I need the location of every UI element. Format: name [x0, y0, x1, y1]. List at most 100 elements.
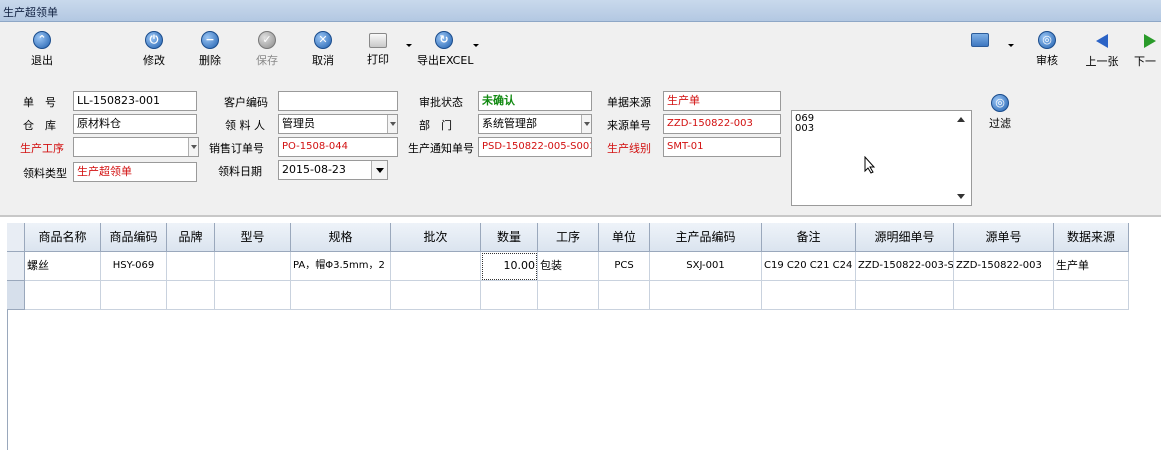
printer-icon — [369, 33, 387, 48]
save-button[interactable]: ✓ 保存 — [244, 31, 290, 69]
table-cell[interactable]: 螺丝 — [25, 252, 101, 281]
notice-label: 生产通知单号 — [408, 142, 474, 155]
column-header[interactable]: 主产品编码 — [650, 223, 762, 252]
audit-button[interactable]: ◎ 审核 — [1024, 31, 1070, 69]
table-cell[interactable]: ZZD-150822-003-S0 — [856, 252, 954, 281]
approval-status-field: 未确认 — [478, 91, 592, 111]
column-header[interactable]: 商品编码 — [101, 223, 167, 252]
table-cell[interactable] — [167, 281, 215, 310]
edit-button[interactable]: ⏻ 修改 — [131, 31, 177, 69]
folder-dropdown-arrow[interactable] — [1008, 44, 1014, 47]
table-cell[interactable] — [215, 252, 291, 281]
customer-code-field[interactable] — [278, 91, 398, 111]
column-header[interactable]: 单位 — [599, 223, 650, 252]
table-cell[interactable]: C19 C20 C21 C24 ( — [762, 252, 856, 281]
folder-add-icon — [971, 33, 989, 47]
doc-no-field[interactable]: LL-150823-001 — [73, 91, 197, 111]
notice-field[interactable]: PSD-150822-005-S001 — [478, 137, 592, 157]
print-button[interactable]: 打印 — [355, 31, 401, 69]
table-cell[interactable]: 10.00 — [481, 252, 538, 281]
table-cell[interactable]: ZZD-150822-003 — [954, 252, 1054, 281]
sales-order-label: 销售订单号 — [209, 142, 264, 155]
table-cell[interactable] — [291, 281, 391, 310]
column-header[interactable]: 源明细单号 — [856, 223, 954, 252]
table-cell[interactable] — [538, 281, 599, 310]
close-icon: ✕ — [314, 31, 332, 49]
column-header[interactable]: 批次 — [391, 223, 481, 252]
table-cell[interactable] — [954, 281, 1054, 310]
table-cell[interactable]: 包装 — [538, 252, 599, 281]
table-cell[interactable] — [215, 281, 291, 310]
dept-select[interactable]: 系统管理部 — [478, 114, 592, 134]
table-cell[interactable]: 生产单 — [1054, 252, 1129, 281]
next-button[interactable]: 下一 — [1134, 31, 1161, 69]
source-label: 单据来源 — [607, 96, 651, 109]
table-cell[interactable] — [650, 281, 762, 310]
window-titlebar: 生产超领单 — [0, 0, 1161, 22]
exit-icon: ⌃ — [33, 31, 51, 49]
export-excel-button[interactable]: ↻ 导出EXCEL — [417, 31, 473, 69]
table-cell[interactable]: SXJ-001 — [650, 252, 762, 281]
sales-order-field[interactable]: PO-1508-044 — [278, 137, 398, 157]
process-label: 生产工序 — [20, 142, 64, 155]
exit-button[interactable]: ⌃ 退出 — [19, 31, 65, 69]
table-cell[interactable] — [762, 281, 856, 310]
picker-select[interactable]: 管理员 — [278, 114, 398, 134]
audit-icon: ◎ — [1038, 31, 1056, 49]
line-label: 生产线别 — [607, 142, 651, 155]
table-cell[interactable] — [391, 252, 481, 281]
doc-no-label: 单 号 — [23, 96, 56, 109]
process-select[interactable] — [73, 137, 199, 157]
table-row[interactable]: 螺丝 HSY-069 PA，帽Φ3.5mm，2 10.00 包装 PCS SXJ… — [25, 252, 1129, 281]
row-indicator[interactable] — [7, 252, 25, 281]
source-no-field[interactable]: ZZD-150822-003 — [663, 114, 781, 134]
column-header[interactable]: 规格 — [291, 223, 391, 252]
scroll-down-icon[interactable] — [957, 194, 965, 199]
table-cell[interactable] — [599, 281, 650, 310]
column-header[interactable]: 备注 — [762, 223, 856, 252]
table-cell[interactable]: HSY-069 — [101, 252, 167, 281]
source-no-label: 来源单号 — [607, 119, 651, 132]
cancel-button[interactable]: ✕ 取消 — [300, 31, 346, 69]
column-header[interactable]: 品牌 — [167, 223, 215, 252]
table-cell[interactable] — [391, 281, 481, 310]
table-cell[interactable]: PCS — [599, 252, 650, 281]
column-header[interactable]: 商品名称 — [25, 223, 101, 252]
column-header[interactable]: 工序 — [538, 223, 599, 252]
add-folder-button[interactable] — [962, 31, 998, 69]
filter-button[interactable]: ◎ 过滤 — [977, 94, 1023, 132]
table-cell[interactable] — [25, 281, 101, 310]
header-panel: ⌃ 退出 ⏻ 修改 − 删除 ✓ 保存 ✕ 取消 打印 ↻ 导出EXCEL ◎ … — [0, 22, 1161, 215]
table-cell[interactable] — [101, 281, 167, 310]
delete-button[interactable]: − 删除 — [187, 31, 233, 69]
scroll-up-icon[interactable] — [957, 117, 965, 122]
warehouse-field[interactable]: 原材料仓 — [73, 114, 197, 134]
pick-date-label: 领料日期 — [218, 165, 262, 178]
table-cell[interactable]: PA，帽Φ3.5mm，2 — [291, 252, 391, 281]
pick-date-picker[interactable]: 2015-08-23 — [278, 160, 388, 180]
table-cell[interactable] — [167, 252, 215, 281]
column-header[interactable]: 数量 — [481, 223, 538, 252]
table-cell[interactable] — [856, 281, 954, 310]
pick-type-field[interactable]: 生产超领单 — [73, 162, 197, 182]
column-header[interactable]: 型号 — [215, 223, 291, 252]
arrow-right-icon — [1144, 34, 1156, 48]
minus-icon: − — [201, 31, 219, 49]
refresh-icon: ↻ — [435, 31, 453, 49]
filter-icon: ◎ — [991, 94, 1009, 112]
line-field[interactable]: SMT-01 — [663, 137, 781, 157]
source-field[interactable]: 生产单 — [663, 91, 781, 111]
chevron-down-icon — [581, 115, 591, 133]
arrow-left-icon — [1096, 34, 1108, 48]
print-dropdown-arrow[interactable] — [406, 44, 412, 47]
export-dropdown-arrow[interactable] — [473, 44, 479, 47]
table-cell[interactable] — [481, 281, 538, 310]
prev-button[interactable]: 上一张 — [1079, 31, 1125, 69]
table-cell[interactable] — [1054, 281, 1129, 310]
column-header[interactable]: 源单号 — [954, 223, 1054, 252]
table-row-empty[interactable] — [25, 281, 1129, 310]
pick-type-label: 领料类型 — [23, 167, 67, 180]
column-header[interactable]: 数据来源 — [1054, 223, 1129, 252]
memo-textarea[interactable]: 069 003 — [791, 110, 972, 206]
row-indicator-new[interactable] — [7, 281, 25, 310]
